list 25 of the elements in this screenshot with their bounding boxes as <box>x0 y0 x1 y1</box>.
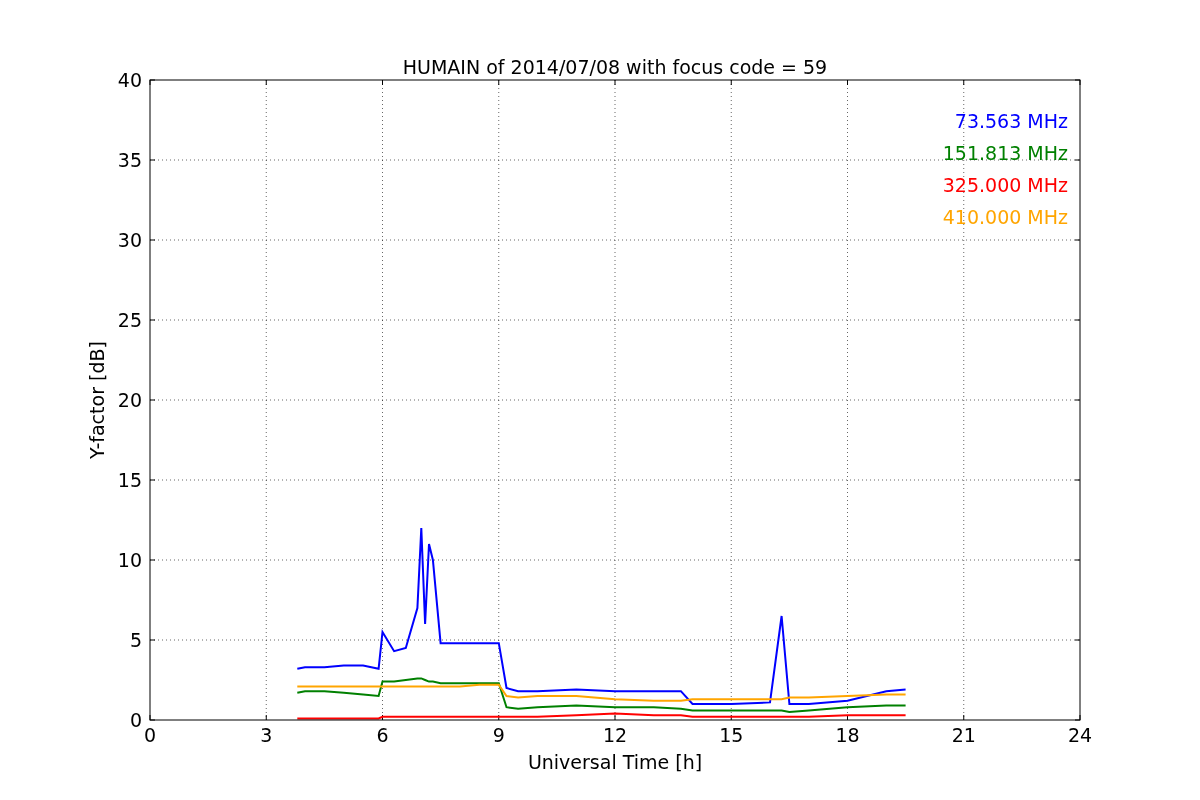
tick-label: 15 <box>117 469 142 491</box>
tick-label: 35 <box>117 149 142 171</box>
tick-label: 9 <box>492 724 505 746</box>
legend-label: 151.813 MHz <box>942 142 1068 164</box>
tick-label: 18 <box>835 724 860 746</box>
tick-label: 20 <box>117 389 142 411</box>
tick-label: 21 <box>951 724 976 746</box>
tick-label: 15 <box>719 724 744 746</box>
tick-label: 6 <box>376 724 389 746</box>
tick-label: 25 <box>117 309 142 331</box>
legend-label: 410.000 MHz <box>942 206 1068 228</box>
tick-label: 0 <box>143 724 157 746</box>
tick-label: 30 <box>117 229 142 251</box>
x-axis-label: Universal Time [h] <box>527 751 703 773</box>
tick-label: 24 <box>1067 724 1093 746</box>
legend-label: 73.563 MHz <box>954 110 1068 132</box>
tick-label: 10 <box>117 549 142 571</box>
tick-label: 3 <box>260 724 273 746</box>
tick-label: 5 <box>129 629 142 651</box>
chart-title: HUMAIN of 2014/07/08 with focus code = 59 <box>402 56 828 78</box>
tick-label: 40 <box>117 69 142 91</box>
y-axis-label: Y-factor [dB] <box>86 341 108 459</box>
legend-label: 325.000 MHz <box>942 174 1068 196</box>
tick-label: 12 <box>602 724 628 746</box>
tick-label: 0 <box>129 709 142 731</box>
